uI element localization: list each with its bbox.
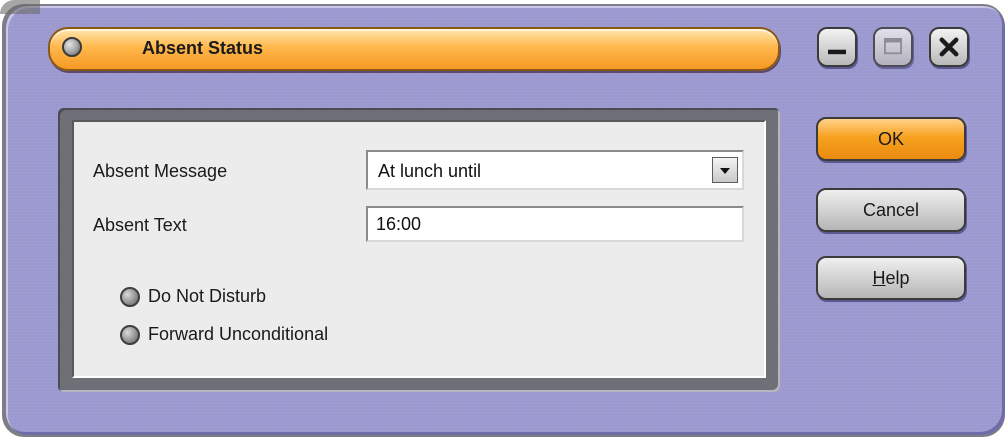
close-icon: [939, 37, 959, 57]
ok-button[interactable]: OK: [816, 117, 966, 161]
absent-message-label: Absent Message: [93, 161, 228, 181]
do-not-disturb-label: Do Not Disturb: [148, 286, 267, 306]
absent-text-input[interactable]: [366, 206, 744, 242]
radio-indicator[interactable]: [120, 325, 140, 345]
maximize-icon: [884, 38, 902, 55]
window-title: Absent Status: [142, 38, 264, 58]
dropdown-button[interactable]: [712, 157, 738, 183]
radio-indicator[interactable]: [120, 287, 140, 307]
cancel-button[interactable]: Cancel: [816, 188, 966, 232]
absent-text-label: Absent Text: [93, 215, 187, 235]
absent-message-select[interactable]: At lunch until: [366, 150, 744, 190]
title-bar[interactable]: Absent Status: [48, 27, 780, 71]
maximize-button[interactable]: [873, 27, 913, 67]
chevron-down-icon: [720, 168, 730, 174]
minimize-icon: [828, 49, 846, 55]
absent-message-value: At lunch until: [378, 161, 482, 181]
minimize-button[interactable]: [817, 27, 857, 67]
forward-unconditional-label: Forward Unconditional: [148, 324, 329, 344]
status-orb-icon: [62, 37, 82, 57]
frame-corner: [0, 0, 40, 14]
help-button[interactable]: Help: [816, 256, 966, 300]
close-button[interactable]: [929, 27, 969, 67]
